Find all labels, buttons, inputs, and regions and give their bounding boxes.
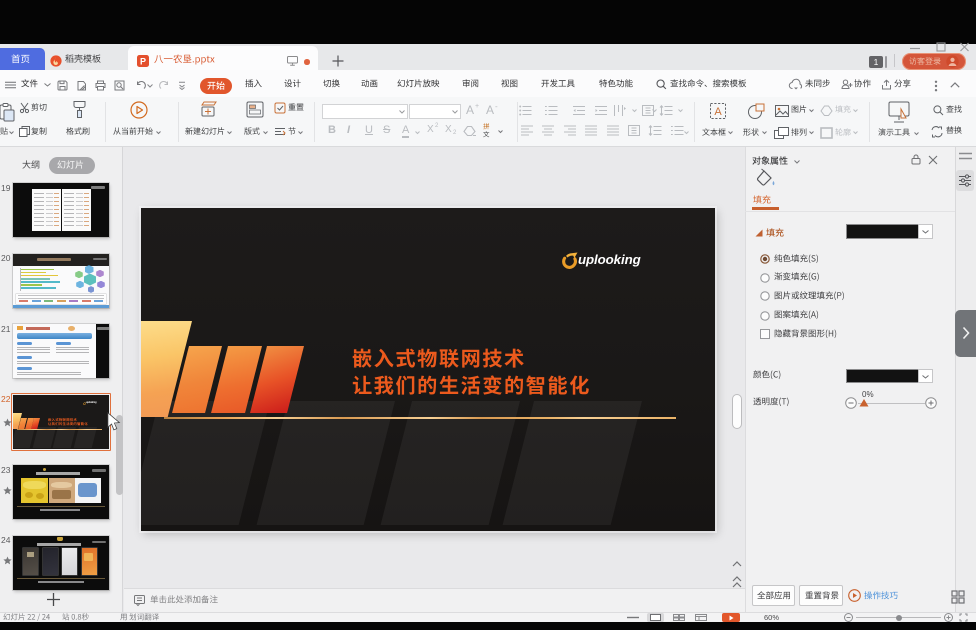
svg-text:A: A xyxy=(714,106,722,118)
svg-text:P: P xyxy=(140,56,146,66)
